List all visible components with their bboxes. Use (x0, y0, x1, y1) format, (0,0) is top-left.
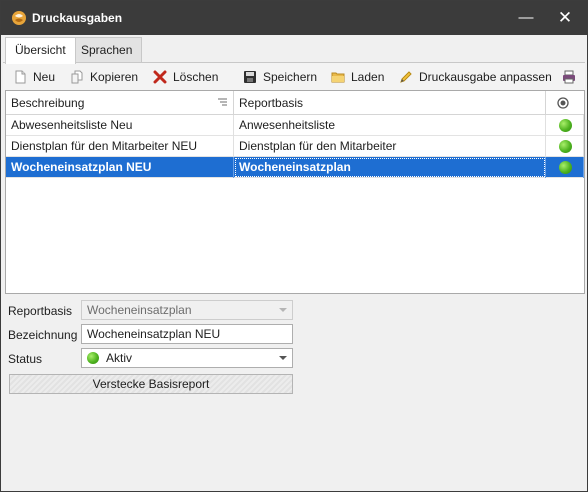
table-row-selected[interactable]: Wocheneinsatzplan NEU Wocheneinsatzplan (6, 157, 584, 178)
new-label: Neu (33, 70, 56, 84)
name-label: Bezeichnung (8, 328, 78, 342)
chevron-down-icon[interactable] (279, 356, 287, 360)
customize-label: Druckausgabe anpassen (419, 70, 552, 84)
save-label: Speichern (263, 70, 318, 84)
printer-icon (563, 70, 575, 84)
cell-description: Dienstplan für den Mitarbeiter NEU (6, 136, 234, 157)
cell-status (546, 136, 584, 157)
folder-icon (331, 72, 345, 83)
reports-grid: Beschreibung Reportbasis Abwesenheitslis… (5, 90, 585, 294)
status-select[interactable]: Aktiv (81, 348, 293, 368)
delete-icon (153, 70, 167, 84)
cell-description: Abwesenheitsliste Neu (6, 115, 234, 136)
copy-label: Kopieren (90, 70, 139, 84)
document-icon (15, 70, 26, 84)
table-row[interactable]: Dienstplan für den Mitarbeiter NEU Diens… (6, 136, 584, 157)
toolbar: Neu Kopieren Löschen Speichern Laden Dru… (3, 62, 585, 90)
delete-button[interactable]: Löschen (153, 68, 218, 86)
cell-description: Wocheneinsatzplan NEU (6, 157, 234, 178)
new-button[interactable]: Neu (13, 68, 55, 86)
chevron-down-icon (279, 308, 287, 312)
close-button[interactable]: ✕ (552, 6, 578, 30)
status-column-icon (557, 97, 569, 109)
sort-icon (218, 98, 227, 106)
report-base-label: Reportbasis (8, 304, 73, 318)
status-active-icon (559, 140, 572, 153)
app-logo-icon (12, 11, 26, 25)
tab-languages[interactable]: Sprachen (71, 37, 143, 63)
title-bar: Druckausgaben — ✕ (1, 1, 587, 35)
cell-status (546, 157, 584, 178)
customize-button[interactable]: Druckausgabe anpassen (399, 68, 552, 86)
print-button[interactable] (562, 68, 582, 86)
hide-base-report-button[interactable]: Verstecke Basisreport (9, 374, 293, 394)
load-button[interactable]: Laden (331, 68, 384, 86)
pencil-icon (400, 71, 412, 83)
table-row[interactable]: Abwesenheitsliste Neu Anwesenheitsliste (6, 115, 584, 136)
save-icon (244, 71, 256, 83)
copy-button[interactable]: Kopieren (70, 68, 138, 86)
name-input[interactable]: Wocheneinsatzplan NEU (81, 324, 293, 344)
minimize-button[interactable]: — (513, 6, 539, 30)
column-header-status[interactable] (546, 91, 584, 115)
status-label: Status (8, 352, 43, 366)
delete-label: Löschen (173, 70, 219, 84)
cell-report-base: Anwesenheitsliste (234, 115, 546, 136)
save-button[interactable]: Speichern (243, 68, 317, 86)
column-header-description[interactable]: Beschreibung (6, 91, 234, 115)
column-header-report-base[interactable]: Reportbasis (234, 91, 546, 115)
grid-header: Beschreibung Reportbasis (6, 91, 584, 115)
status-active-icon (87, 352, 99, 364)
druckausgaben-window: Druckausgaben — ✕ Übersicht Sprachen Neu… (0, 0, 588, 492)
window-title: Druckausgaben (32, 11, 123, 25)
report-base-select: Wocheneinsatzplan (81, 300, 293, 320)
tab-strip: Übersicht Sprachen (1, 35, 587, 64)
tab-overview[interactable]: Übersicht (5, 37, 76, 64)
cell-status (546, 115, 584, 136)
copy-icon (71, 70, 83, 84)
status-active-icon (559, 119, 572, 132)
cell-report-base: Wocheneinsatzplan (234, 157, 546, 178)
status-active-icon (559, 161, 572, 174)
load-label: Laden (351, 70, 385, 84)
cell-report-base: Dienstplan für den Mitarbeiter (234, 136, 546, 157)
